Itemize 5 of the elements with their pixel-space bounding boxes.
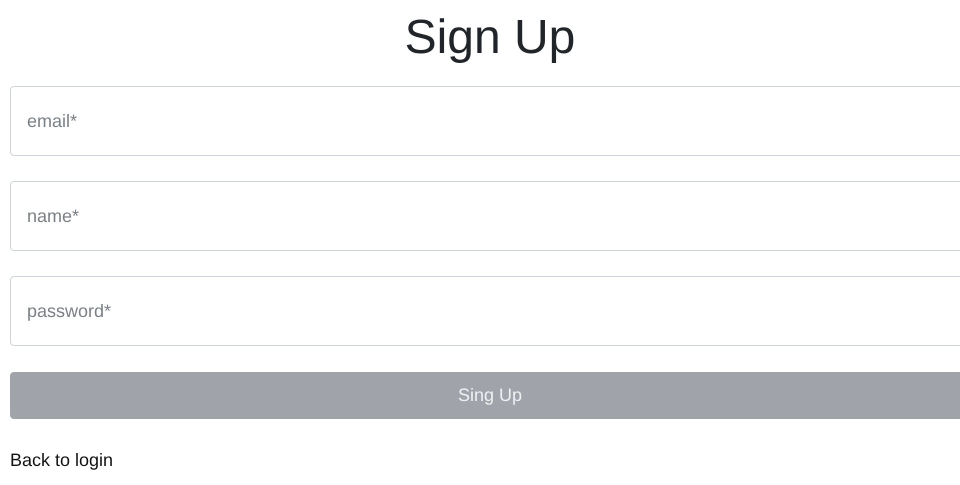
input-field[interactable]: password* xyxy=(10,276,960,346)
page-title: Sign Up xyxy=(404,14,576,62)
input-field[interactable]: name* xyxy=(10,181,960,251)
input-field[interactable]: email* xyxy=(10,86,960,156)
back-to-login-link[interactable]: Back to login xyxy=(10,447,114,474)
